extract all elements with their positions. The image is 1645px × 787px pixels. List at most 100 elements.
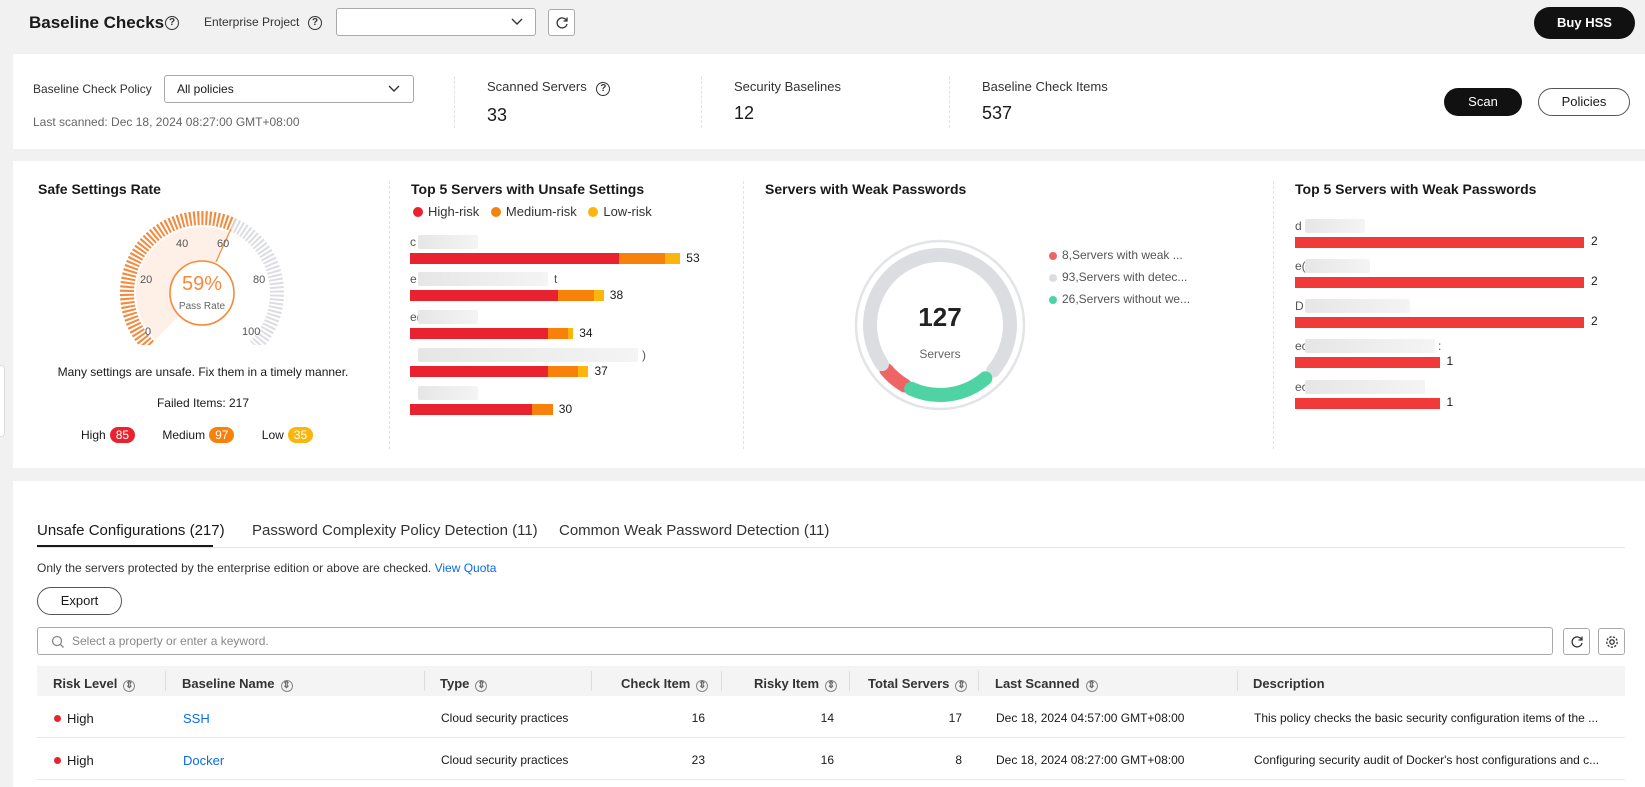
gauge-tick: 20 (140, 274, 153, 286)
stat-check-items: Baseline Check Items 537 (982, 79, 1108, 124)
bar-segment-low (593, 290, 604, 301)
col-divider (721, 671, 722, 691)
table-settings-button[interactable] (1598, 628, 1625, 655)
level-counts: High 85 Medium 97 Low 35 (81, 427, 314, 443)
legend-low: Low-risk (588, 204, 652, 219)
help-icon[interactable]: ? (596, 82, 611, 96)
refresh-icon (1571, 636, 1583, 648)
bar (1295, 398, 1440, 409)
bar (1295, 317, 1584, 328)
export-button[interactable]: Export (37, 587, 122, 615)
level-medium-label: Medium (162, 428, 206, 442)
tab-password-complexity[interactable]: Password Complexity Policy Detection (11… (252, 522, 538, 539)
bar-segment-high (410, 366, 548, 377)
risk-level-cell: High (54, 753, 94, 768)
col-risky-item[interactable]: Risky Item ⇕ (754, 676, 838, 692)
stat-value: 12 (734, 103, 755, 123)
side-panel-handle[interactable] (0, 365, 5, 437)
col-check-item[interactable]: Check Item ⇕ (621, 676, 709, 692)
refresh-button[interactable] (548, 9, 575, 36)
col-type[interactable]: Type ⇕ (440, 676, 488, 692)
server-name: c (410, 235, 416, 249)
level-medium-badge: 97 (209, 427, 235, 443)
buy-hss-button[interactable]: Buy HSS (1534, 7, 1635, 39)
server-name-end: : (1438, 339, 1442, 353)
divider (701, 76, 702, 128)
check-item-cell: 16 (691, 711, 705, 725)
bar-segment-low (578, 366, 589, 377)
bar-segment-low (568, 328, 574, 339)
policy-select[interactable]: All policies (164, 75, 414, 103)
unsafe-message: Many settings are unsafe. Fix them in a … (57, 365, 349, 379)
type-cell: Cloud security practices (441, 711, 569, 725)
bar-segment-low (664, 253, 681, 264)
server-name-end: t (554, 272, 558, 286)
bar-value: 1 (1446, 395, 1454, 409)
bar-value: 1 (1446, 354, 1454, 368)
bar-segment-medium (619, 253, 665, 264)
type-cell: Cloud security practices (441, 753, 569, 767)
redacted-name (418, 272, 548, 286)
stat-scanned-servers: Scanned Servers ? 33 (487, 79, 611, 126)
bar-segment-medium (532, 404, 553, 415)
server-name: e (410, 272, 417, 286)
col-last-scanned[interactable]: Last Scanned ⇕ (995, 676, 1098, 692)
redacted-name (418, 310, 478, 324)
table-refresh-button[interactable] (1563, 628, 1590, 655)
col-risk-level[interactable]: Risk Level ⇕ (53, 676, 136, 692)
risky-item-cell: 14 (820, 711, 834, 725)
risk-level-cell: High (54, 711, 94, 726)
search-icon (51, 635, 64, 648)
sort-icon[interactable]: ⇕ (280, 680, 293, 692)
sort-icon[interactable]: ⇕ (696, 680, 709, 692)
divider (743, 181, 744, 449)
col-total-servers[interactable]: Total Servers ⇕ (868, 676, 968, 692)
sort-icon[interactable]: ⇕ (475, 680, 488, 692)
baseline-name-link[interactable]: SSH (183, 711, 210, 726)
top-weak-title: Top 5 Servers with Weak Passwords (1295, 181, 1537, 197)
sort-icon[interactable]: ⇕ (1085, 680, 1098, 692)
last-scanned-text: Last scanned: Dec 18, 2024 08:27:00 GMT+… (33, 115, 300, 129)
gear-icon (1606, 636, 1618, 648)
legend-item: 8,Servers with weak ... (1049, 244, 1190, 266)
baseline-name-link[interactable]: Docker (183, 753, 224, 768)
last-scanned-cell: Dec 18, 2024 04:57:00 GMT+08:00 (996, 711, 1185, 725)
redacted-name (1305, 299, 1410, 313)
bar-segment-medium (547, 366, 579, 377)
redacted-name (418, 386, 478, 400)
level-low-label: Low (261, 428, 284, 442)
weak-pw-legend: 8,Servers with weak ... 93,Servers with … (1049, 244, 1190, 310)
stacked-bar (410, 253, 681, 264)
redacted-name (1305, 219, 1365, 233)
tab-common-weak-password[interactable]: Common Weak Password Detection (11) (559, 522, 829, 539)
sort-icon[interactable]: ⇕ (825, 680, 838, 692)
gauge-tick: 0 (145, 326, 152, 338)
scan-button[interactable]: Scan (1444, 88, 1522, 116)
enterprise-project-select[interactable] (336, 8, 536, 36)
check-item-cell: 23 (691, 753, 705, 767)
legend-medium: Medium-risk (490, 204, 577, 219)
help-icon[interactable]: ? (165, 16, 179, 30)
redacted-name (1305, 259, 1370, 273)
bar-value: 2 (1591, 234, 1598, 248)
divider (454, 76, 455, 128)
divider (949, 76, 950, 128)
gauge-tick: 40 (176, 238, 189, 250)
sort-icon[interactable]: ⇕ (955, 680, 968, 692)
search-input[interactable]: Select a property or enter a keyword. (37, 627, 1553, 655)
stacked-bar (410, 328, 574, 339)
search-placeholder: Select a property or enter a keyword. (72, 634, 269, 648)
view-quota-link[interactable]: View Quota (435, 561, 497, 575)
col-divider (424, 671, 425, 691)
stat-label: Scanned Servers (487, 79, 587, 94)
note-text: Only the servers protected by the enterp… (37, 561, 432, 575)
level-high-badge: 85 (109, 427, 136, 443)
bar-segment-medium (557, 290, 594, 301)
col-divider (849, 671, 850, 691)
sort-icon[interactable]: ⇕ (123, 680, 136, 692)
policies-button[interactable]: Policies (1538, 88, 1630, 116)
tab-unsafe-configurations[interactable]: Unsafe Configurations (217) (37, 522, 225, 539)
help-icon[interactable]: ? (308, 16, 322, 30)
server-name-end: ) (642, 348, 646, 362)
col-baseline-name[interactable]: Baseline Name ⇕ (182, 676, 293, 692)
